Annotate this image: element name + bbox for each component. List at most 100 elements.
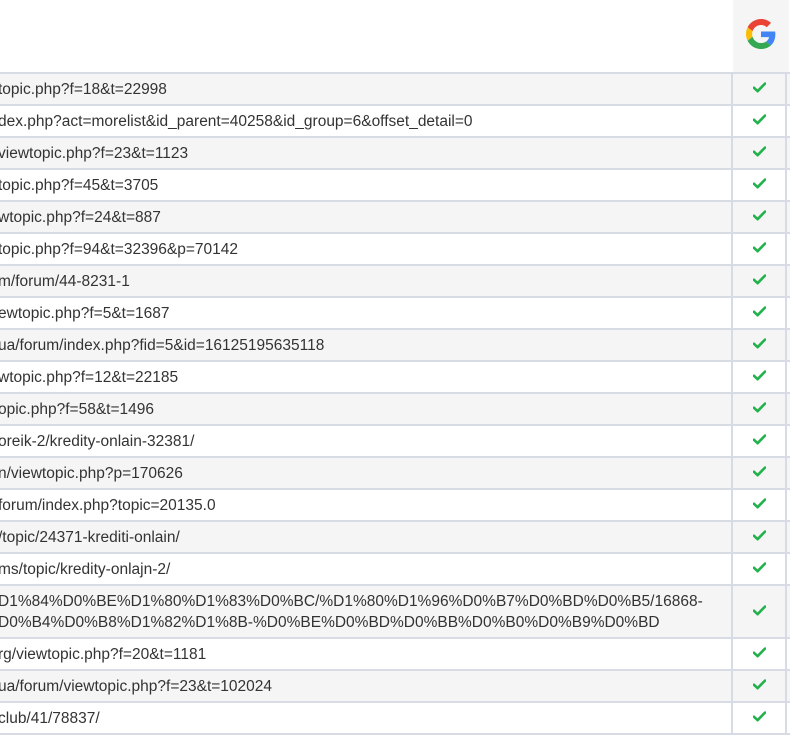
checkmark-icon <box>752 272 766 290</box>
url-cell[interactable]: ua/forum/index.php?fid=5&id=161251956351… <box>0 330 733 360</box>
url-cell[interactable]: viewtopic.php?f=23&t=1123 <box>0 138 733 168</box>
table-row: oreik-2/kredity-onlain-32381/ <box>0 426 790 458</box>
table-row: forum/index.php?topic=20135.0 <box>0 490 790 522</box>
url-cell[interactable]: forum/index.php?topic=20135.0 <box>0 490 733 520</box>
url-cell[interactable]: ua/forum/viewtopic.php?f=23&t=102024 <box>0 671 733 701</box>
url-cell[interactable]: /topic/24371-krediti-onlain/ <box>0 522 733 552</box>
url-cell[interactable]: ewtopic.php?f=5&t=1687 <box>0 298 733 328</box>
url-text[interactable]: wtopic.php?f=12&t=22185 <box>0 367 178 388</box>
indexed-status-cell <box>733 522 787 552</box>
table-row: topic.php?f=18&t=22998 <box>0 74 790 106</box>
url-text[interactable]: topic.php?f=18&t=22998 <box>0 79 167 100</box>
url-text[interactable]: oreik-2/kredity-onlain-32381/ <box>0 431 194 452</box>
table-row: n/viewtopic.php?p=170626 <box>0 458 790 490</box>
checkmark-icon <box>752 709 766 727</box>
url-text[interactable]: m/forum/44-8231-1 <box>0 271 130 292</box>
url-text[interactable]: forum/index.php?topic=20135.0 <box>0 495 216 516</box>
table-row: wtopic.php?f=12&t=22185 <box>0 362 790 394</box>
url-text[interactable]: dex.php?act=morelist&id_parent=40258&id_… <box>0 111 473 132</box>
indexed-status-cell <box>733 703 787 733</box>
url-cell[interactable]: wtopic.php?f=12&t=22185 <box>0 362 733 392</box>
url-text[interactable]: topic.php?f=94&t=32396&p=70142 <box>0 239 238 260</box>
indexed-status-cell <box>733 266 787 296</box>
checkmark-icon <box>752 645 766 663</box>
indexed-status-cell <box>733 234 787 264</box>
table-row: m/forum/44-8231-1 <box>0 266 790 298</box>
checkmark-icon <box>752 144 766 162</box>
checkmark-icon <box>752 240 766 258</box>
url-cell[interactable]: n/viewtopic.php?p=170626 <box>0 458 733 488</box>
checkmark-icon <box>752 112 766 130</box>
indexed-status-cell <box>733 106 787 136</box>
checkmark-icon <box>752 208 766 226</box>
url-text[interactable]: /topic/24371-krediti-onlain/ <box>0 527 180 548</box>
table-row: D1%84%D0%BE%D1%80%D1%83%D0%BC/%D1%80%D1%… <box>0 586 790 639</box>
url-cell[interactable]: ms/topic/kredity-onlajn-2/ <box>0 554 733 584</box>
checkmark-icon <box>752 368 766 386</box>
indexed-status-cell <box>733 298 787 328</box>
url-cell[interactable]: topic.php?f=94&t=32396&p=70142 <box>0 234 733 264</box>
url-text[interactable]: wtopic.php?f=24&t=887 <box>0 207 161 228</box>
table-row: club/41/78837/ <box>0 703 790 735</box>
url-text[interactable]: ms/topic/kredity-onlajn-2/ <box>0 559 170 580</box>
table-row: viewtopic.php?f=23&t=1123 <box>0 138 790 170</box>
indexed-status-cell <box>733 639 787 669</box>
checkmark-icon <box>752 80 766 98</box>
url-text[interactable]: ewtopic.php?f=5&t=1687 <box>0 303 170 324</box>
google-column-header <box>733 0 789 72</box>
indexed-status-cell <box>733 394 787 424</box>
checkmark-icon <box>752 176 766 194</box>
indexed-status-cell <box>733 170 787 200</box>
url-cell[interactable]: topic.php?f=45&t=3705 <box>0 170 733 200</box>
indexed-status-cell <box>733 362 787 392</box>
checkmark-icon <box>752 528 766 546</box>
indexed-status-cell <box>733 74 787 104</box>
checkmark-icon <box>752 336 766 354</box>
indexed-status-cell <box>733 330 787 360</box>
url-text[interactable]: topic.php?f=45&t=3705 <box>0 175 158 196</box>
table-row: wtopic.php?f=24&t=887 <box>0 202 790 234</box>
url-cell[interactable]: dex.php?act=morelist&id_parent=40258&id_… <box>0 106 733 136</box>
indexed-status-cell <box>733 490 787 520</box>
url-text[interactable]: club/41/78837/ <box>0 708 100 729</box>
url-text[interactable]: ua/forum/viewtopic.php?f=23&t=102024 <box>0 676 272 697</box>
url-cell[interactable]: wtopic.php?f=24&t=887 <box>0 202 733 232</box>
table-row: ms/topic/kredity-onlajn-2/ <box>0 554 790 586</box>
indexed-status-cell <box>733 554 787 584</box>
url-text[interactable]: opic.php?f=58&t=1496 <box>0 399 154 420</box>
url-text[interactable]: ua/forum/index.php?fid=5&id=161251956351… <box>0 335 324 356</box>
url-cell[interactable]: rg/viewtopic.php?f=20&t=1181 <box>0 639 733 669</box>
checkmark-icon <box>752 464 766 482</box>
table-row: dex.php?act=morelist&id_parent=40258&id_… <box>0 106 790 138</box>
url-text[interactable]: D1%84%D0%BE%D1%80%D1%83%D0%BC/%D1%80%D1%… <box>0 591 703 633</box>
table-row: opic.php?f=58&t=1496 <box>0 394 790 426</box>
url-cell[interactable]: oreik-2/kredity-onlain-32381/ <box>0 426 733 456</box>
indexed-status-cell <box>733 202 787 232</box>
table-row: rg/viewtopic.php?f=20&t=1181 <box>0 639 790 671</box>
url-text[interactable]: n/viewtopic.php?p=170626 <box>0 463 183 484</box>
url-cell[interactable]: opic.php?f=58&t=1496 <box>0 394 733 424</box>
indexed-status-cell <box>733 458 787 488</box>
url-cell[interactable]: topic.php?f=18&t=22998 <box>0 74 733 104</box>
indexed-status-cell <box>733 671 787 701</box>
indexed-status-cell <box>733 138 787 168</box>
indexed-status-cell <box>733 586 787 637</box>
url-cell[interactable]: D1%84%D0%BE%D1%80%D1%83%D0%BC/%D1%80%D1%… <box>0 586 733 637</box>
table-row: topic.php?f=45&t=3705 <box>0 170 790 202</box>
google-g-icon <box>746 18 776 54</box>
results-panel: topic.php?f=18&t=22998 dex.php?act=morel… <box>0 0 793 745</box>
checkmark-icon <box>752 560 766 578</box>
checkmark-icon <box>752 400 766 418</box>
url-cell[interactable]: m/forum/44-8231-1 <box>0 266 733 296</box>
table-header <box>0 0 793 72</box>
url-cell[interactable]: club/41/78837/ <box>0 703 733 733</box>
checkmark-icon <box>752 496 766 514</box>
indexed-status-cell <box>733 426 787 456</box>
table-row: ewtopic.php?f=5&t=1687 <box>0 298 790 330</box>
table-row: ua/forum/viewtopic.php?f=23&t=102024 <box>0 671 790 703</box>
table-row: topic.php?f=94&t=32396&p=70142 <box>0 234 790 266</box>
url-text[interactable]: rg/viewtopic.php?f=20&t=1181 <box>0 644 206 665</box>
table-row: /topic/24371-krediti-onlain/ <box>0 522 790 554</box>
checkmark-icon <box>752 677 766 695</box>
url-text[interactable]: viewtopic.php?f=23&t=1123 <box>0 143 188 164</box>
